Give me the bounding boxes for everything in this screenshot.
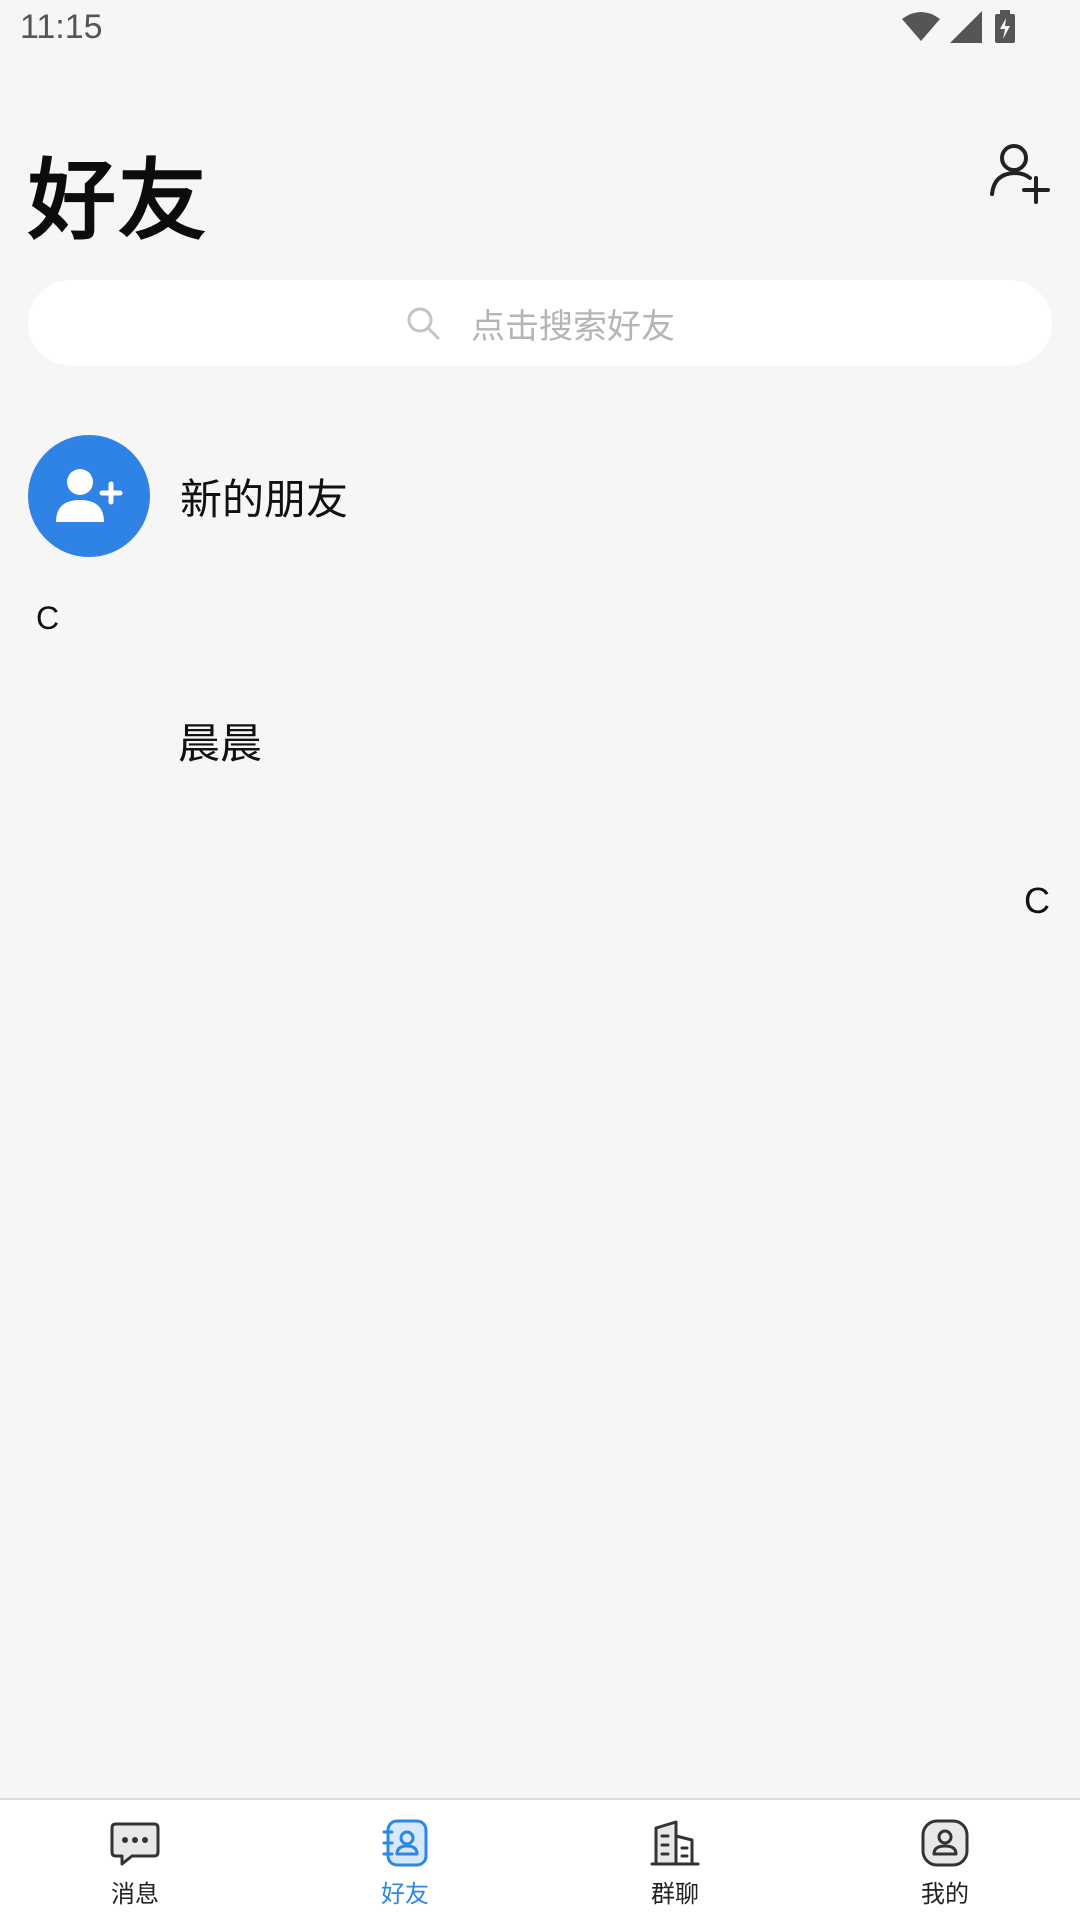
- group-building-icon: [650, 1820, 700, 1866]
- nav-item-profile[interactable]: 我的: [810, 1800, 1080, 1922]
- status-time: 11:15: [20, 8, 103, 46]
- wifi-icon: [902, 12, 940, 41]
- nav-item-messages[interactable]: 消息: [0, 1800, 270, 1922]
- add-person-icon: [56, 469, 123, 522]
- nav-item-groups[interactable]: 群聊: [540, 1800, 810, 1922]
- nav-item-friends[interactable]: 好友: [270, 1800, 540, 1922]
- alphabet-index-letter[interactable]: C: [1024, 880, 1050, 922]
- new-friends-label: 新的朋友: [180, 474, 349, 524]
- nav-label: 群聊: [651, 1880, 699, 1908]
- contacts-icon: [382, 1819, 428, 1867]
- chat-bubble-icon: [110, 1822, 160, 1866]
- profile-icon: [921, 1819, 969, 1867]
- search-bar[interactable]: 点击搜索好友: [28, 280, 1052, 366]
- bottom-nav: 消息 好友 群聊 我的: [0, 1798, 1080, 1922]
- add-friend-button[interactable]: [988, 140, 1052, 204]
- add-person-icon: [990, 144, 1050, 204]
- cell-signal-icon: [950, 11, 982, 43]
- new-friends-avatar: [28, 435, 150, 557]
- battery-icon: [995, 10, 1015, 43]
- nav-label: 我的: [921, 1880, 969, 1908]
- new-friends-row[interactable]: 新的朋友: [28, 435, 348, 557]
- status-bar: 11:15: [0, 0, 1080, 60]
- page-title: 好友: [28, 149, 209, 252]
- friend-list-item[interactable]: 晨晨: [178, 710, 262, 771]
- nav-label: 好友: [381, 1880, 429, 1908]
- nav-label: 消息: [111, 1880, 159, 1908]
- section-header: C: [36, 600, 60, 636]
- search-placeholder: 点击搜索好友: [471, 306, 675, 347]
- search-icon: [407, 307, 440, 340]
- status-icons: [902, 10, 1016, 44]
